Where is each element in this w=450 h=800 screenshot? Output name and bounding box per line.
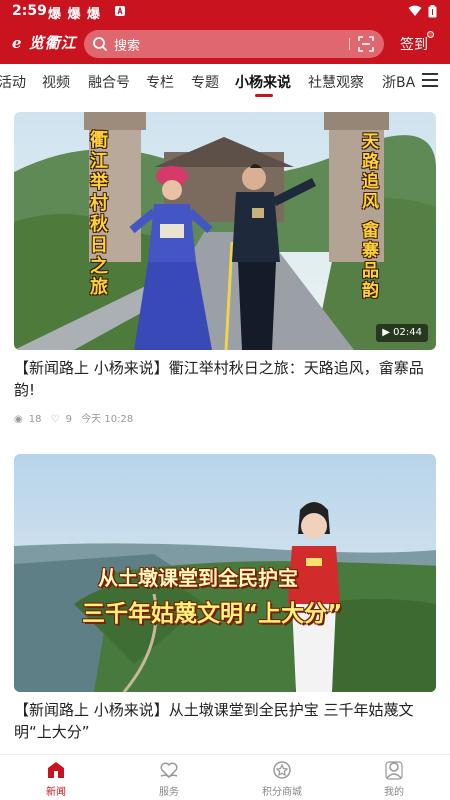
search-divider <box>349 38 350 50</box>
nav-points-mall[interactable]: 积分商城 <box>242 759 322 798</box>
news-feed: 衢江举村秋日之旅 天路追风 畲寨品韵 ▶ 02:44 【新闻路上 小杨来说】衢江… <box>0 98 450 754</box>
tab-activity[interactable]: 活动 <box>0 72 26 92</box>
video-thumbnail[interactable]: 衢江举村秋日之旅 天路追风 畲寨品韵 ▶ 02:44 <box>14 112 436 350</box>
status-time: 2:59 <box>12 3 47 19</box>
nav-profile[interactable]: 我的 <box>354 759 434 798</box>
channel-tabs: 活动 视频 融合号 专栏 专题 小杨来说 社慧观察 浙BA <box>0 64 450 98</box>
battery-icon <box>428 5 437 18</box>
thumbnail-headline-line2: 三千年姑蔑文明“上大分” <box>82 601 343 627</box>
notification-glyphs: 爆 爆 爆 <box>48 7 102 22</box>
status-bar: 2:59 爆 爆 爆 <box>0 0 450 24</box>
menu-icon[interactable] <box>422 73 438 87</box>
video-thumbnail[interactable]: 从土墩课堂到全民护宝 三千年姑蔑文明“上大分” <box>14 454 436 692</box>
tab-xiaoyang[interactable]: 小杨来说 <box>235 72 291 92</box>
video-duration: 02:44 <box>393 327 422 338</box>
news-card[interactable]: 衢江举村秋日之旅 天路追风 畲寨品韵 ▶ 02:44 【新闻路上 小杨来说】衢江… <box>14 112 436 432</box>
video-duration-badge: ▶ 02:44 <box>376 324 428 342</box>
thumbnail-headline-line1: 从土墩课堂到全民护宝 <box>98 566 298 590</box>
search-bar[interactable]: 搜索 <box>84 30 384 58</box>
search-icon <box>93 37 107 51</box>
tab-video[interactable]: 视频 <box>42 72 70 92</box>
tab-rongheho[interactable]: 融合号 <box>88 72 130 92</box>
signin-label: 签到 <box>400 37 428 53</box>
like-count: 9 <box>65 414 72 425</box>
tab-observation[interactable]: 社慧观察 <box>308 72 364 92</box>
play-icon: ▶ <box>382 327 394 338</box>
thumbnail-caption-left: 衢江举村秋日之旅 <box>87 130 108 298</box>
tab-topic[interactable]: 专题 <box>191 72 219 92</box>
tab-zheba[interactable]: 浙BA <box>382 72 415 92</box>
nav-service-label: 服务 <box>159 787 179 798</box>
view-count: 18 <box>28 414 42 425</box>
signin-button[interactable]: 签到 <box>400 31 434 54</box>
news-title[interactable]: 【新闻路上 小杨来说】衢江举村秋日之旅：天路追风，畲寨品韵! <box>14 357 436 401</box>
news-title[interactable]: 【新闻路上 小杨来说】从土墩课堂到全民护宝 三千年姑蔑文明“上大分” <box>14 699 436 743</box>
news-card[interactable]: 从土墩课堂到全民护宝 三千年姑蔑文明“上大分” 【新闻路上 小杨来说】从土墩课堂… <box>14 454 436 754</box>
bottom-nav: 新闻 服务 积分商城 我的 <box>0 754 450 800</box>
search-placeholder: 搜索 <box>114 39 141 54</box>
publish-time: 今天 10:28 <box>81 414 134 425</box>
nav-news-label: 新闻 <box>46 787 66 798</box>
points-mall-icon <box>273 761 291 779</box>
app-header: e 览衢江 搜索 签到 <box>0 24 450 64</box>
top-bar: 2:59 爆 爆 爆 e 览衢江 搜索 签到 <box>0 0 450 64</box>
nav-news[interactable]: 新闻 <box>16 759 96 798</box>
nav-service[interactable]: 服务 <box>129 759 209 798</box>
like-icon: ♡ <box>50 414 60 425</box>
tab-column[interactable]: 专栏 <box>146 72 174 92</box>
signin-badge-dot <box>427 31 434 38</box>
heart-hand-icon <box>160 762 178 779</box>
thumbnail-caption-right: 天路追风 畲寨品韵 <box>358 132 378 301</box>
news-icon <box>48 762 64 778</box>
active-tab-indicator <box>255 94 273 97</box>
notification-app-icon <box>115 6 125 16</box>
scan-icon[interactable] <box>358 36 374 52</box>
views-icon: ◉ <box>14 414 23 425</box>
wifi-icon <box>408 5 422 16</box>
nav-profile-label: 我的 <box>384 787 404 798</box>
app-root: 2:59 爆 爆 爆 e 览衢江 搜索 签到 活动 视频 融合号 专栏 专题 小… <box>0 0 450 800</box>
nav-points-mall-label: 积分商城 <box>262 787 302 798</box>
profile-icon <box>385 761 403 780</box>
news-meta: ◉ 18 ♡ 9 今天 10:28 <box>14 410 139 425</box>
app-logo[interactable]: e 览衢江 <box>12 32 77 53</box>
